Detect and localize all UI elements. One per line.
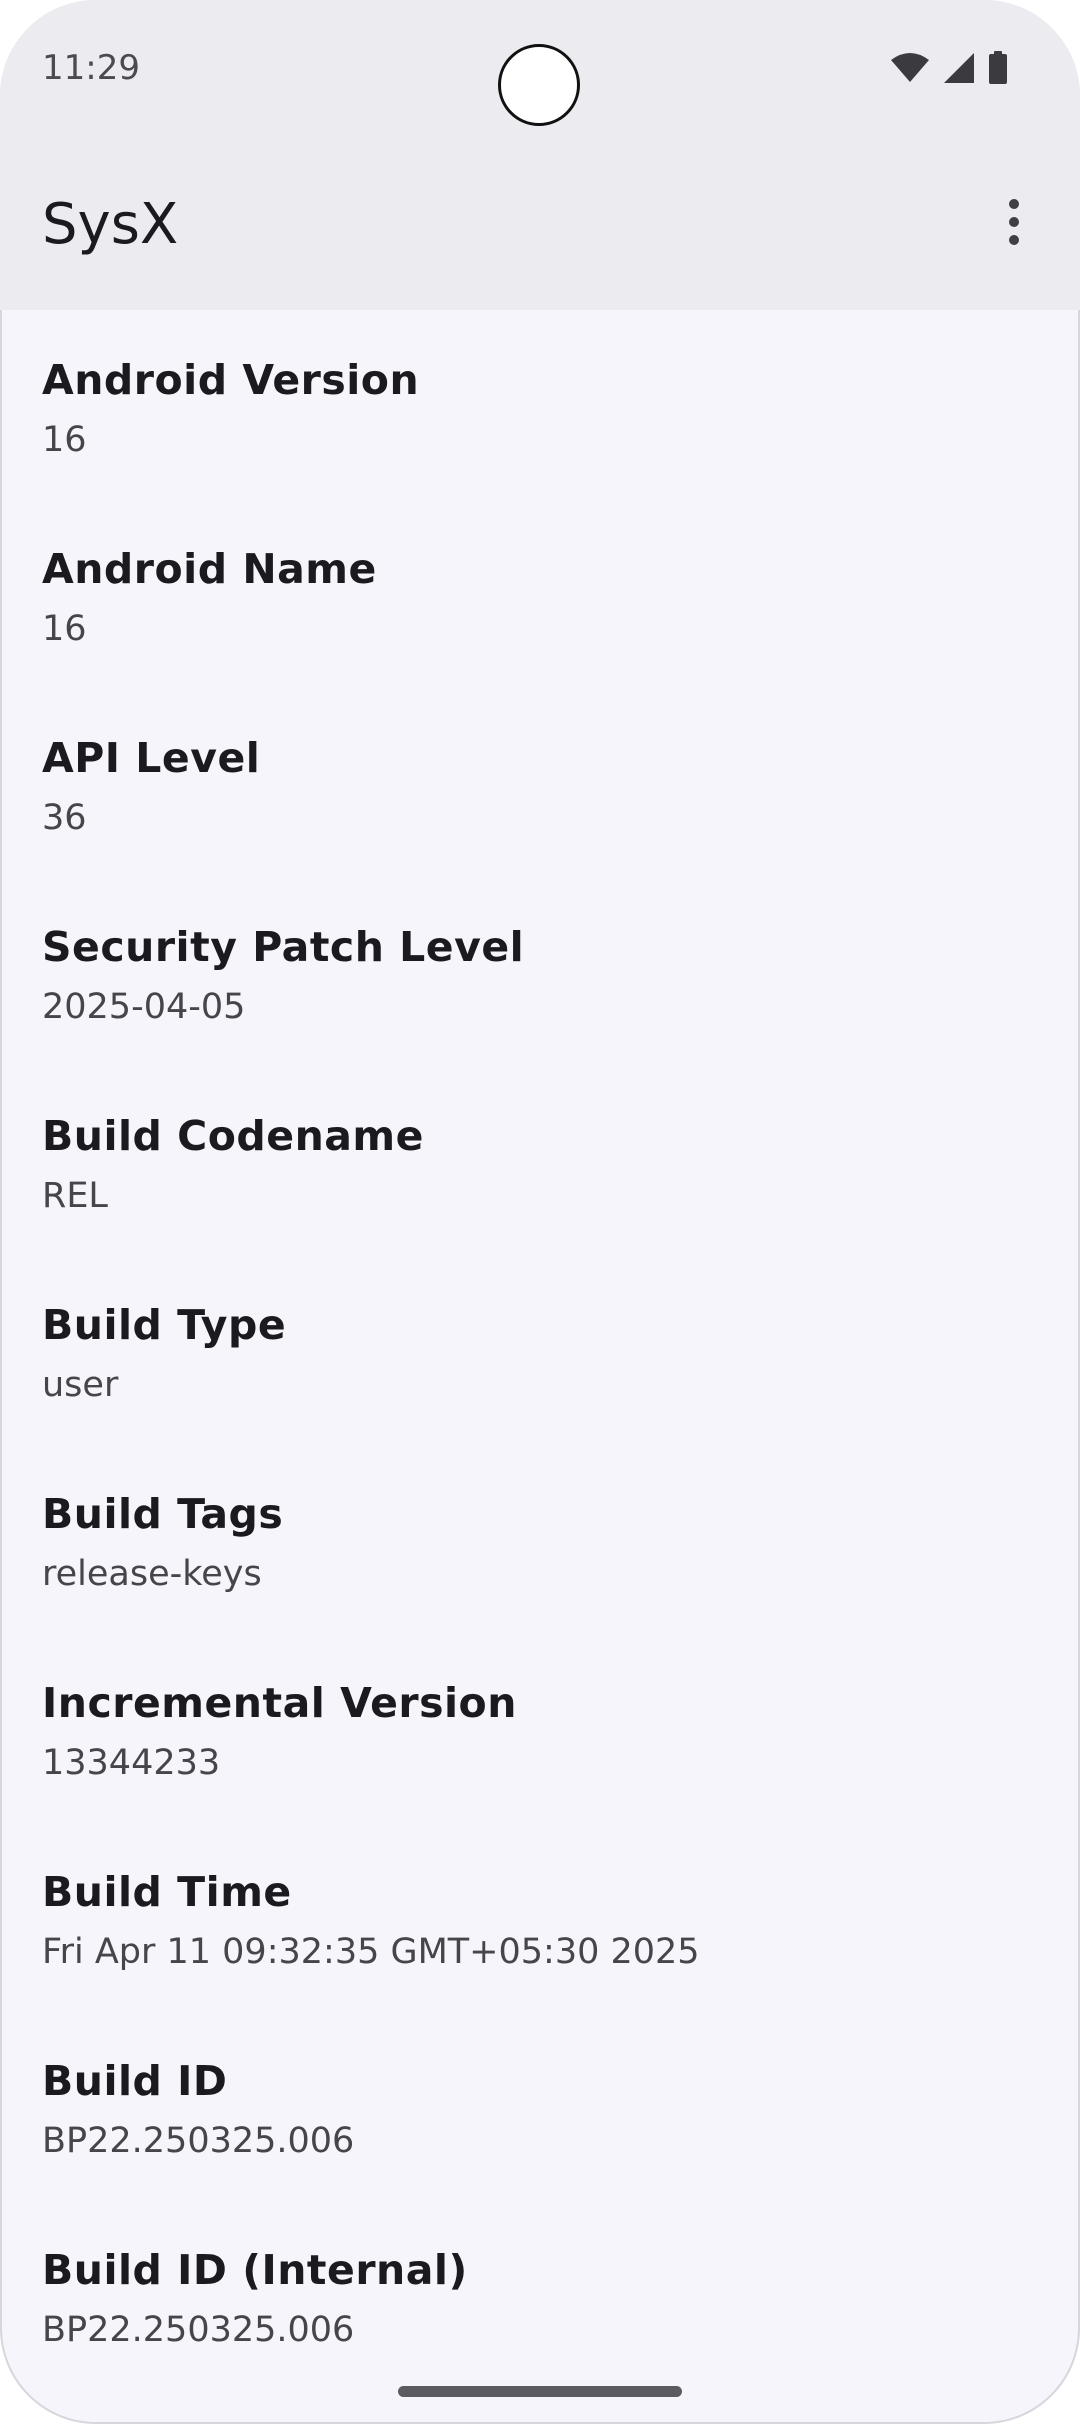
device-screen: 11:29 SysX Android Version 16 Android Na… [0,0,1080,2424]
info-title: Build ID (Internal) [42,2246,468,2294]
info-value: 16 [42,609,87,649]
info-item-build-tags: Build Tags release-keys [42,1444,1042,1633]
info-title: Build ID [42,2057,228,2105]
info-item-android-version: Android Version 16 [42,310,1042,499]
info-title: Build Codename [42,1112,424,1160]
camera-cutout [498,44,580,126]
app-title: SysX [42,192,179,257]
info-title: API Level [42,734,261,782]
info-item-incremental-version: Incremental Version 13344233 [42,1633,1042,1822]
info-value: 2025-04-05 [42,987,246,1027]
info-value: REL [42,1176,108,1216]
info-item-build-id: Build ID BP22.250325.006 [42,2011,1042,2200]
info-value: 13344233 [42,1743,221,1783]
info-value: 16 [42,420,87,460]
info-item-security-patch-level: Security Patch Level 2025-04-05 [42,877,1042,1066]
wifi-icon [890,52,930,89]
more-vert-icon-dot [1009,217,1019,227]
info-title: Incremental Version [42,1679,517,1727]
battery-icon [988,50,1008,90]
info-item-android-name: Android Name 16 [42,499,1042,688]
info-title: Build Type [42,1301,287,1349]
more-vert-icon [1009,199,1019,209]
info-title: Security Patch Level [42,923,525,971]
system-info-list[interactable]: Android Version 16 Android Name 16 API L… [0,310,1080,2424]
info-item-build-codename: Build Codename REL [42,1066,1042,1255]
cellular-signal-icon [942,52,976,89]
info-value: BP22.250325.006 [42,2121,355,2161]
more-options-button[interactable] [978,186,1050,258]
more-vert-icon-dot [1009,235,1019,245]
status-icons [890,50,1008,90]
info-item-build-id-internal: Build ID (Internal) BP22.250325.006 [42,2200,1042,2389]
app-bar: SysX [0,140,1080,310]
info-title: Android Version [42,356,420,404]
status-bar: 11:29 [0,0,1080,140]
info-value: user [42,1365,119,1405]
info-title: Android Name [42,545,377,593]
status-time: 11:29 [42,48,140,88]
info-item-api-level: API Level 36 [42,688,1042,877]
info-value: BP22.250325.006 [42,2310,355,2350]
info-value: release-keys [42,1554,262,1594]
info-item-build-time: Build Time Fri Apr 11 09:32:35 GMT+05:30… [42,1822,1042,2011]
info-title: Build Tags [42,1490,284,1538]
info-value: 36 [42,798,87,838]
info-item-build-type: Build Type user [42,1255,1042,1444]
info-value: Fri Apr 11 09:32:35 GMT+05:30 2025 [42,1932,700,1972]
home-gesture-bar[interactable] [398,2386,682,2397]
info-title: Build Time [42,1868,292,1916]
